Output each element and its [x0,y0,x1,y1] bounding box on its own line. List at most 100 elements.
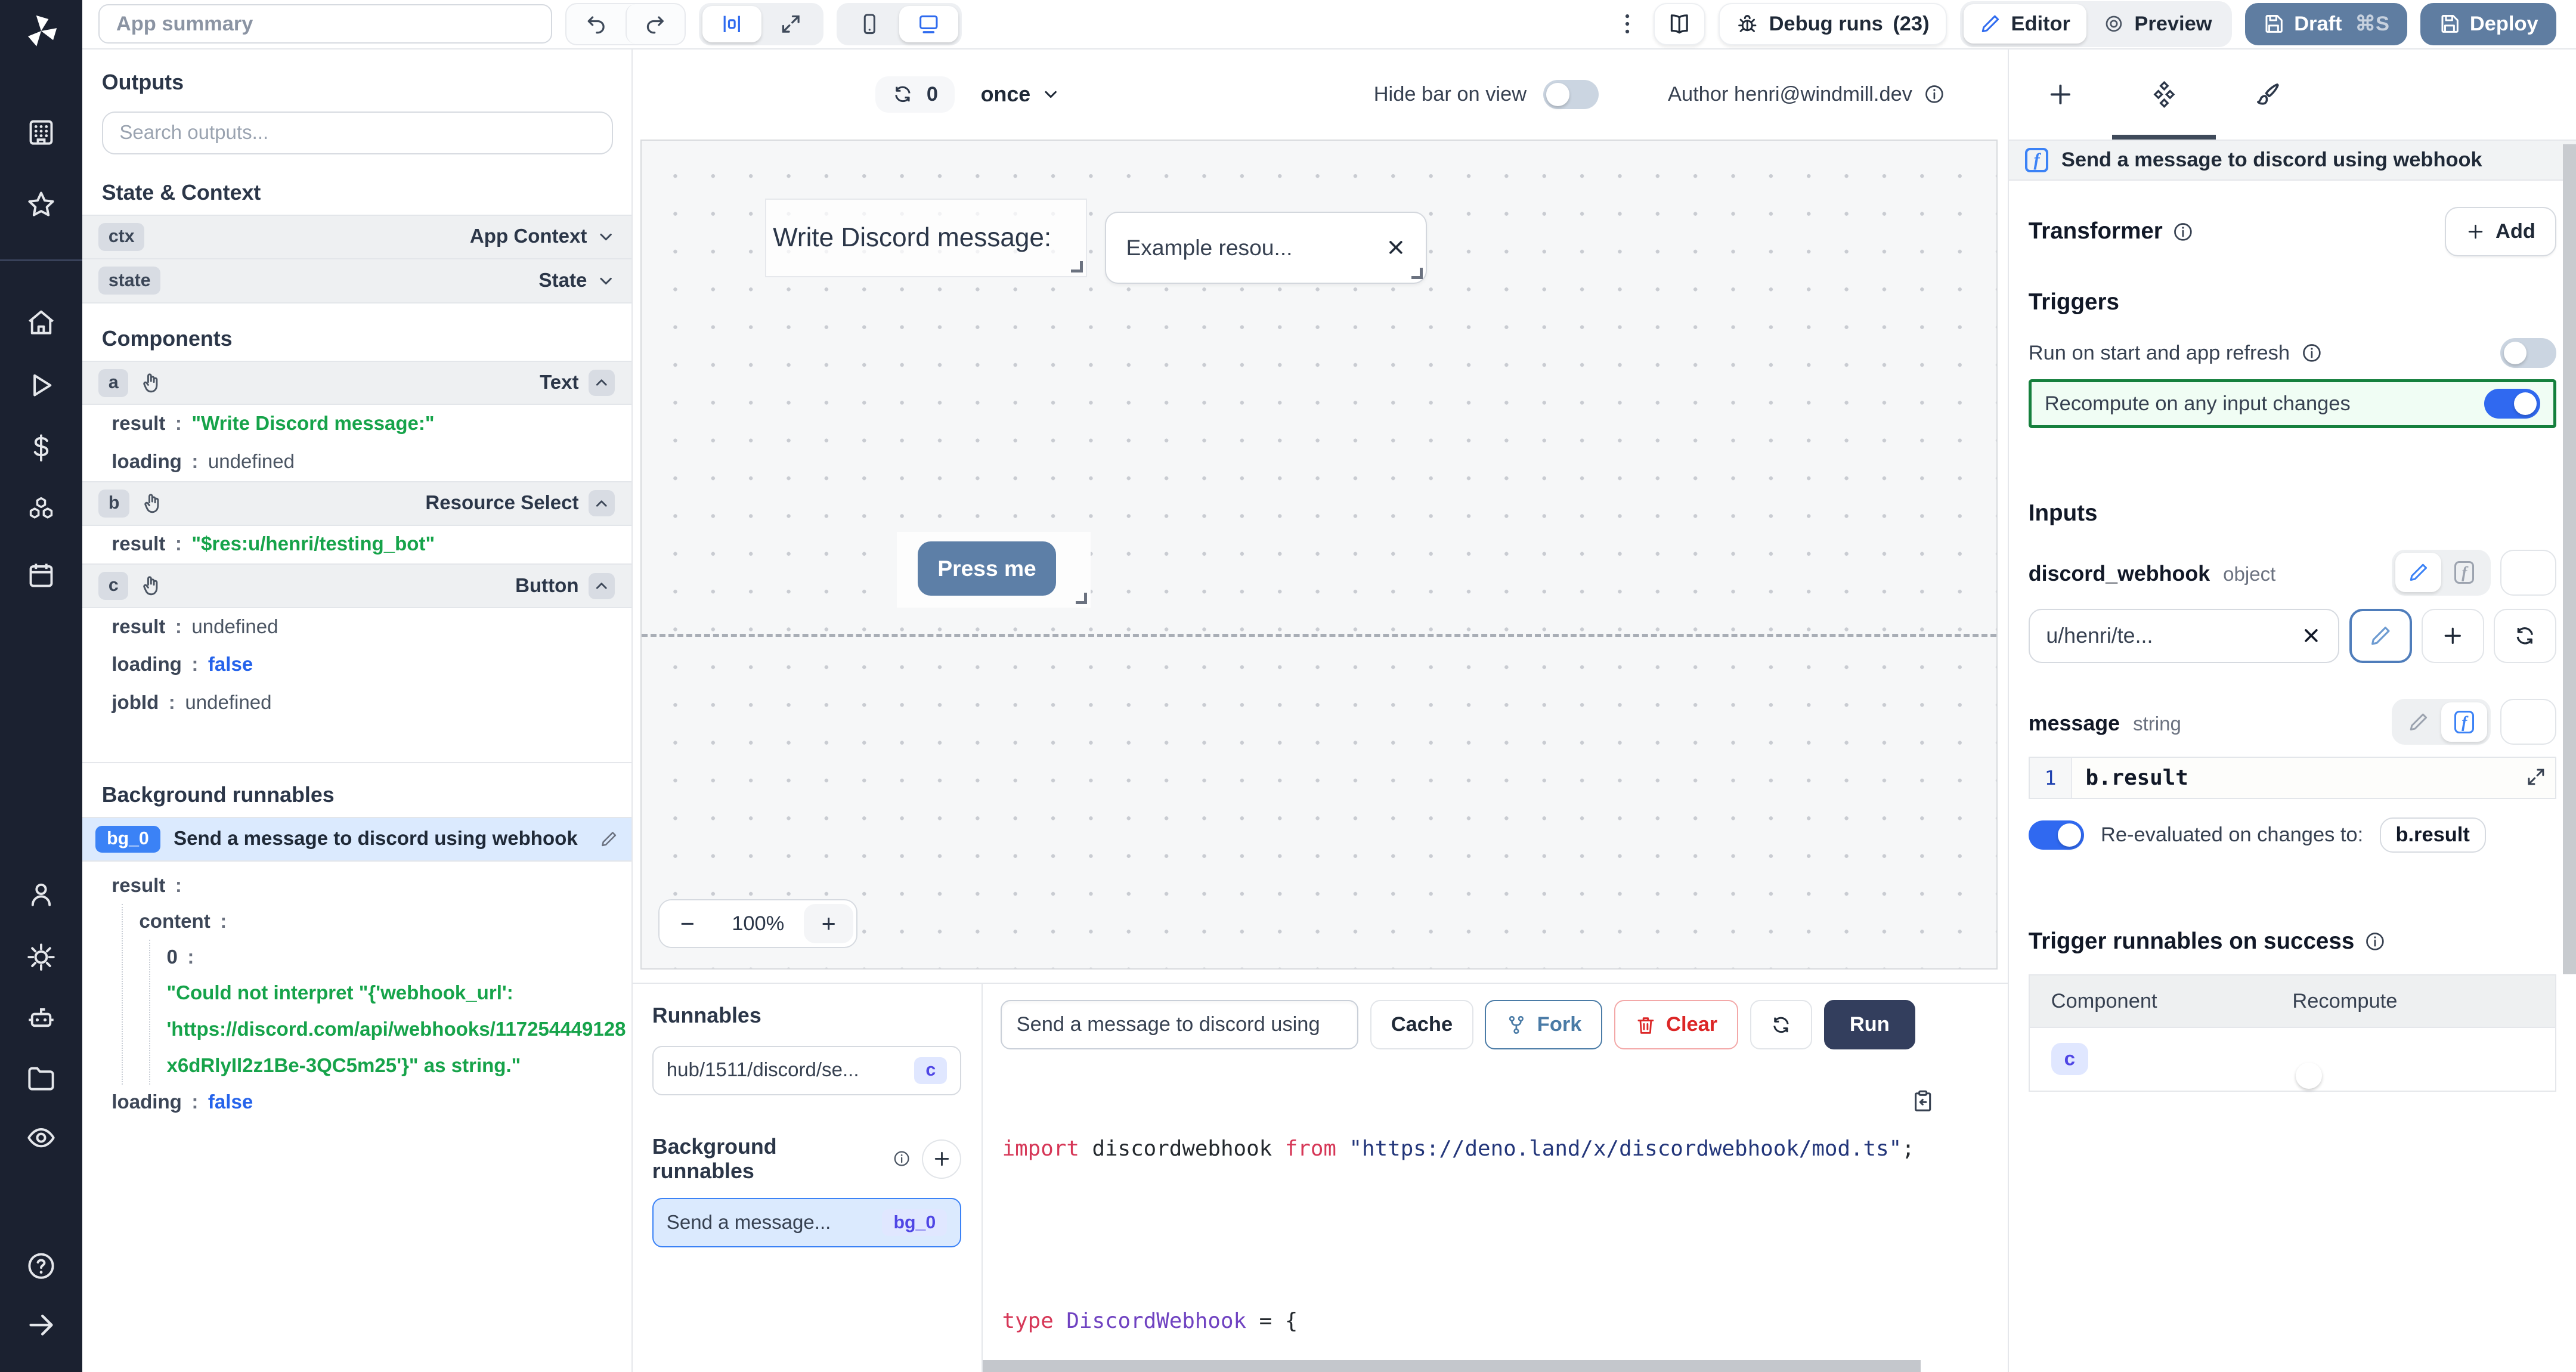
edit-pencil-icon[interactable] [600,830,618,848]
refresh-resource-button[interactable] [2494,609,2556,663]
runs-play-icon[interactable] [26,370,57,401]
zoom-in-button[interactable]: + [804,904,853,943]
resource-select-value[interactable]: u/henri/te... [2029,609,2340,663]
hand-pointer-icon[interactable] [141,492,164,515]
favorites-star-icon[interactable] [26,189,57,220]
reevaluate-toggle[interactable] [2029,820,2085,850]
edit-resource-button[interactable] [2349,609,2412,663]
redo-button[interactable] [626,4,685,44]
windmill-logo-icon[interactable] [21,11,61,51]
recompute-on-input-row: Recompute on any input changes [2029,379,2556,428]
info-icon[interactable] [2301,342,2323,364]
workers-robot-icon[interactable] [26,1002,57,1033]
info-icon[interactable] [1924,83,1945,105]
info-icon[interactable] [2172,221,2194,243]
windmill-app-editor: Debug runs (23) Editor Preview Draft ⌘S [0,0,2576,1372]
resize-handle[interactable] [1076,593,1087,604]
clear-x-icon[interactable] [2301,625,2322,646]
connect-plug-button[interactable] [2500,550,2556,596]
hand-pointer-icon[interactable] [140,371,163,395]
static-pencil-mode[interactable] [2395,702,2441,742]
refresh-count-pill[interactable]: 0 [875,76,954,113]
add-transformer-button[interactable]: Add [2445,207,2556,256]
bg-runnable-item-selected[interactable]: Send a message... bg_0 [652,1198,962,1247]
reevaluate-dependency-chip[interactable]: b.result [2380,817,2486,853]
help-icon[interactable] [26,1250,57,1281]
users-person-icon[interactable] [26,879,57,910]
clear-button[interactable]: Clear [1614,1000,1739,1049]
home-icon[interactable] [26,307,57,338]
search-outputs-input[interactable] [102,112,613,154]
press-me-button[interactable]: Press me [918,541,1055,596]
chevron-down-icon[interactable] [597,272,615,290]
fork-button[interactable]: Fork [1485,1000,1602,1049]
run-button[interactable]: Run [1824,1000,1916,1049]
expand-icon[interactable] [2525,766,2547,788]
schedules-calendar-icon[interactable] [26,560,57,591]
runnable-name-input[interactable] [1001,1000,1359,1049]
zoom-out-button[interactable]: − [660,900,716,947]
connect-plug-button[interactable] [2500,699,2556,745]
app-canvas[interactable]: Write Discord message: Example resou... … [640,140,1998,969]
desktop-view-button[interactable] [899,6,958,42]
eval-f-mode[interactable]: f [2441,702,2487,742]
frequency-dropdown[interactable]: once [981,82,1060,107]
bug-icon [1736,13,1759,36]
hide-bar-toggle[interactable] [1543,80,1599,110]
copy-code-icon[interactable] [1911,1089,1935,1113]
docs-book-button[interactable] [1654,3,1705,46]
clear-x-icon[interactable] [1385,237,1407,258]
tab-styling[interactable] [2216,49,2320,140]
component-row-c[interactable]: c Button [82,563,631,608]
component-row-b[interactable]: b Resource Select [82,481,631,525]
fullscreen-button[interactable] [761,6,821,42]
component-row-a[interactable]: a Text [82,361,631,405]
add-resource-button[interactable] [2422,609,2484,663]
tab-preview[interactable]: Preview [2086,4,2228,44]
audit-eye-icon[interactable] [26,1122,57,1153]
bg-runnable-row[interactable]: bg_0 Send a message to discord using web… [82,817,631,861]
output-row-ctx[interactable]: ctx App Context [82,215,631,259]
chevron-up-icon[interactable] [589,490,615,516]
message-expression-editor[interactable]: 1 b.result [2029,757,2556,800]
folders-icon[interactable] [26,1063,57,1094]
recompute-toggle[interactable] [2484,389,2540,419]
collapse-sidebar-arrow-icon[interactable] [26,1309,57,1340]
vertical-scrollbar[interactable] [2563,144,2576,974]
resources-cubes-icon[interactable] [26,494,57,525]
info-icon[interactable] [2364,931,2386,952]
resize-handle[interactable] [1071,261,1082,272]
horizontal-scrollbar[interactable] [983,1360,1992,1371]
center-layout-button[interactable] [702,6,761,42]
chevron-down-icon[interactable] [597,228,615,246]
settings-gear-icon[interactable] [26,941,57,973]
text-component[interactable]: Write Discord message: [765,199,1087,277]
output-row-state[interactable]: state State [82,259,631,303]
refresh-code-button[interactable] [1750,1000,1813,1049]
hand-pointer-icon[interactable] [140,574,163,597]
tab-insert-component[interactable] [2009,49,2113,140]
add-background-runnable-button[interactable] [922,1139,961,1179]
run-on-start-toggle[interactable] [2500,338,2556,368]
chevron-up-icon[interactable] [589,573,615,599]
tab-component-settings[interactable] [2112,49,2216,140]
info-icon[interactable] [893,1150,911,1167]
static-pencil-mode[interactable] [2395,553,2441,592]
undo-button[interactable] [566,4,626,44]
mobile-view-button[interactable] [840,6,899,42]
cache-button[interactable]: Cache [1370,1000,1473,1049]
debug-runs-button[interactable]: Debug runs (23) [1719,3,1947,46]
resize-handle[interactable] [1411,268,1423,279]
more-menu-icon[interactable] [1614,11,1640,37]
eval-f-mode[interactable]: f [2441,553,2487,592]
chevron-up-icon[interactable] [589,370,615,396]
deploy-button[interactable]: Deploy [2420,3,2556,46]
runnable-item[interactable]: hub/1511/discord/se... c [652,1046,962,1095]
tab-editor[interactable]: Editor [1964,4,2087,44]
variables-dollar-icon[interactable] [26,432,57,463]
resource-select-component[interactable]: Example resou... [1105,212,1427,284]
workspace-icon[interactable] [26,117,57,148]
code-content[interactable]: import discordwebhook from "https://deno… [983,1064,2008,1372]
draft-button[interactable]: Draft ⌘S [2245,3,2408,46]
app-summary-input[interactable] [98,4,552,44]
